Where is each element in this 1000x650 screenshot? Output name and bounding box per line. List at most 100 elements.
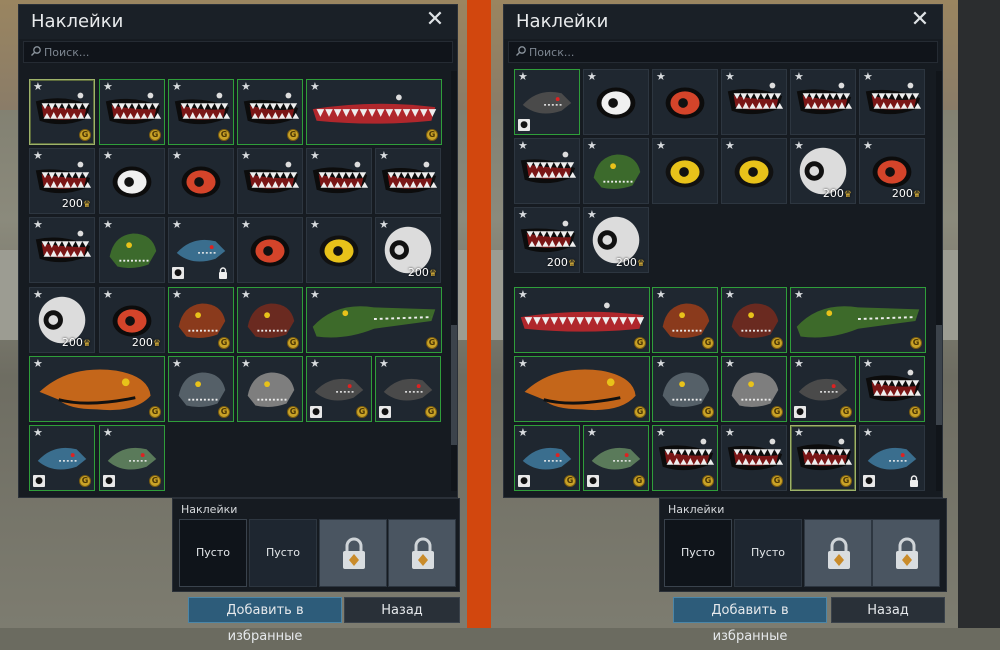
animal-head-decal[interactable]: ★ G — [306, 287, 442, 353]
shark-mouth-decal[interactable]: ★ — [721, 69, 787, 135]
lock-icon — [412, 537, 434, 569]
decal-slot-1[interactable]: Пусто — [179, 519, 247, 587]
eye-decal[interactable]: ★ 200♛ — [583, 207, 649, 273]
star-icon: ★ — [310, 288, 320, 301]
add-to-favorites-button[interactable]: Добавить в избранные — [188, 597, 342, 644]
animal-head-decal[interactable]: ★ G — [514, 356, 650, 422]
add-to-favorites-button[interactable]: Добавить в избранные — [673, 597, 827, 644]
back-button[interactable]: Назад — [831, 597, 945, 623]
animal-head-decal[interactable]: ★ G — [790, 287, 926, 353]
animal-head-decal[interactable]: ★ G — [168, 356, 234, 422]
animal-head-decal[interactable]: ★ G — [652, 356, 718, 422]
shark-mouth-decal[interactable]: ★ G — [237, 79, 303, 145]
shark-mouth-decal[interactable]: ★ 200♛ — [514, 207, 580, 273]
scrollbar[interactable] — [451, 71, 457, 491]
scrollbar-thumb[interactable] — [451, 325, 457, 445]
star-icon: ★ — [33, 149, 43, 162]
animal-head-decal[interactable]: ★ ● — [168, 217, 234, 283]
eye-decal[interactable]: ★ — [721, 138, 787, 204]
scrollbar[interactable] — [936, 71, 942, 491]
animal-head-decal[interactable]: ★ G ● — [514, 425, 580, 491]
decal-slot-4-locked[interactable] — [388, 519, 456, 587]
back-button[interactable]: Назад — [344, 597, 460, 623]
eye-decal[interactable]: ★ 200♛ — [375, 217, 441, 283]
animal-head-decal[interactable]: ★ G ● — [375, 356, 441, 422]
animal-head-decal[interactable]: ★ — [583, 138, 649, 204]
eye-decal[interactable]: ★ 200♛ — [790, 138, 856, 204]
eye-decal[interactable]: ★ 200♛ — [99, 287, 165, 353]
star-icon: ★ — [241, 149, 251, 162]
eye-decal[interactable]: ★ 200♛ — [859, 138, 925, 204]
shark-mouth-decal[interactable]: ★ G — [29, 79, 95, 145]
eye-decal[interactable]: ★ — [168, 148, 234, 214]
search-box — [23, 41, 453, 63]
star-icon: ★ — [794, 357, 804, 370]
animal-head-decal[interactable]: ★ G ● — [306, 356, 372, 422]
animal-head-decal[interactable]: ★ G ● — [99, 425, 165, 491]
star-icon: ★ — [310, 218, 320, 231]
star-icon: ★ — [656, 288, 666, 301]
shark-mouth-decal[interactable]: ★ G — [99, 79, 165, 145]
search-input[interactable] — [529, 44, 929, 60]
star-icon: ★ — [241, 288, 251, 301]
eye-decal[interactable]: ★ — [583, 69, 649, 135]
shark-mouth-decal[interactable]: ★ G — [721, 425, 787, 491]
shark-mouth-decal[interactable]: ★ G — [514, 287, 650, 353]
star-icon: ★ — [518, 288, 528, 301]
shark-mouth-decal[interactable]: ★ 200♛ — [29, 148, 95, 214]
decal-slot-2[interactable]: Пусто — [249, 519, 317, 587]
animal-head-decal[interactable]: ★ ● — [859, 425, 925, 491]
animal-head-decal[interactable]: ★ — [99, 217, 165, 283]
animal-head-decal[interactable]: ★ G — [29, 356, 165, 422]
gift-icon: ● — [379, 406, 391, 418]
animal-head-decal[interactable]: ★ G — [168, 287, 234, 353]
scrollbar-thumb[interactable] — [936, 325, 942, 425]
eye-decal[interactable]: ★ — [652, 138, 718, 204]
shark-mouth-decal[interactable]: ★ — [375, 148, 441, 214]
eye-decal[interactable]: ★ 200♛ — [29, 287, 95, 353]
golden-eagle-coin-icon: G — [633, 475, 645, 487]
animal-head-decal[interactable]: ★ G — [237, 287, 303, 353]
animal-head-decal[interactable]: ★ G ● — [29, 425, 95, 491]
star-icon: ★ — [587, 70, 597, 83]
animal-head-decal[interactable]: ★ ● — [514, 69, 580, 135]
shark-mouth-decal[interactable]: ★ G — [790, 425, 856, 491]
shark-mouth-decal[interactable]: ★ — [306, 148, 372, 214]
animal-head-decal[interactable]: ★ G ● — [790, 356, 856, 422]
eye-decal[interactable]: ★ — [306, 217, 372, 283]
decal-slot-3-locked[interactable] — [804, 519, 872, 587]
search-input[interactable] — [44, 44, 444, 60]
shark-mouth-decal[interactable]: ★ — [29, 217, 95, 283]
golden-eagle-coin-icon: G — [218, 406, 230, 418]
gift-icon: ● — [33, 475, 45, 487]
animal-head-decal[interactable]: ★ G — [721, 287, 787, 353]
eye-decal[interactable]: ★ — [99, 148, 165, 214]
shark-mouth-decal[interactable]: ★ — [790, 69, 856, 135]
star-icon: ★ — [725, 357, 735, 370]
star-icon: ★ — [725, 139, 735, 152]
close-icon[interactable]: ✕ — [423, 9, 447, 33]
shark-mouth-decal[interactable]: ★ G — [168, 79, 234, 145]
star-icon: ★ — [103, 149, 113, 162]
shark-mouth-decal[interactable]: ★ — [237, 148, 303, 214]
decal-slots-left: Наклейки Пусто Пусто — [172, 498, 460, 592]
eye-decal[interactable]: ★ — [237, 217, 303, 283]
decal-slot-2[interactable]: Пусто — [734, 519, 802, 587]
decal-slot-3-locked[interactable] — [319, 519, 387, 587]
star-icon: ★ — [863, 426, 873, 439]
shark-mouth-decal[interactable]: ★ — [859, 69, 925, 135]
animal-head-decal[interactable]: ★ G ● — [583, 425, 649, 491]
star-icon: ★ — [103, 80, 113, 93]
shark-mouth-decal[interactable]: ★ — [514, 138, 580, 204]
decal-slot-1[interactable]: Пусто — [664, 519, 732, 587]
eye-decal[interactable]: ★ — [652, 69, 718, 135]
animal-head-decal[interactable]: ★ G — [721, 356, 787, 422]
shark-mouth-decal[interactable]: ★ G — [306, 79, 442, 145]
shark-mouth-decal[interactable]: ★ G — [859, 356, 925, 422]
close-icon[interactable]: ✕ — [908, 9, 932, 33]
star-icon: ★ — [518, 139, 528, 152]
shark-mouth-decal[interactable]: ★ G — [652, 425, 718, 491]
animal-head-decal[interactable]: ★ G — [652, 287, 718, 353]
decal-slot-4-locked[interactable] — [872, 519, 940, 587]
animal-head-decal[interactable]: ★ G — [237, 356, 303, 422]
